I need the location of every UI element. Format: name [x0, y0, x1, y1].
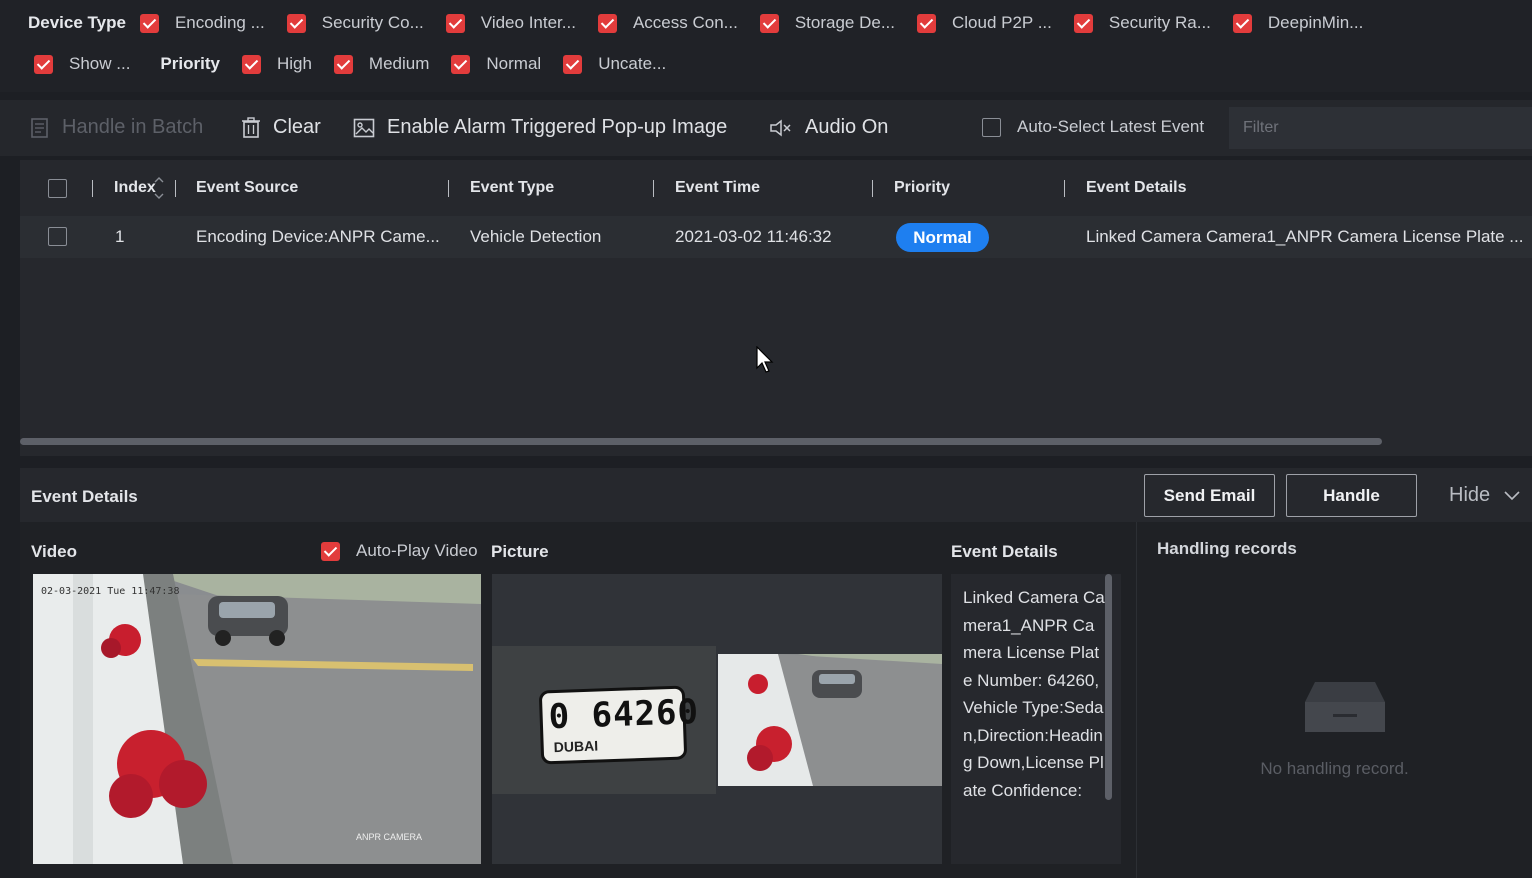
row-event-time: 2021-03-02 11:46:32	[675, 227, 832, 246]
vehicle-scene-image	[718, 654, 942, 786]
speaker-mute-icon	[770, 118, 791, 137]
column-divider	[653, 180, 654, 197]
checkbox-checked[interactable]	[34, 54, 53, 74]
checkbox-checked[interactable]	[597, 13, 617, 33]
enable-popup-image-button[interactable]: Enable Alarm Triggered Pop-up Image	[353, 116, 727, 139]
filter-video-intercom[interactable]: Video Inter...	[445, 13, 576, 33]
filter-security-radar[interactable]: Security Ra...	[1073, 13, 1211, 33]
handle-button[interactable]: Handle	[1286, 474, 1417, 517]
filter-cloud-p2p[interactable]: Cloud P2P ...	[917, 13, 1052, 33]
checkbox-checked[interactable]	[445, 13, 465, 33]
column-priority[interactable]: Priority	[894, 179, 950, 197]
trash-icon	[242, 116, 260, 138]
street-scene-image	[33, 574, 481, 864]
column-divider	[448, 180, 449, 197]
column-divider	[175, 180, 176, 197]
priority-label: Priority	[160, 54, 220, 73]
clear-button[interactable]: Clear	[241, 116, 321, 139]
sort-icon[interactable]	[154, 176, 164, 200]
plate-number: 0 64260	[547, 692, 700, 738]
chevron-down-icon	[1504, 490, 1520, 500]
column-event-time[interactable]: Event Time	[675, 179, 760, 197]
column-divider	[92, 180, 93, 197]
filter-input[interactable]: Filter	[1229, 107, 1532, 149]
license-plate-image: 0 64260 DUBAI	[492, 646, 716, 794]
checkbox-checked[interactable]	[241, 54, 261, 74]
handle-in-batch-button[interactable]: Handle in Batch	[30, 116, 203, 139]
no-handling-record-text: No handling record.	[1260, 759, 1409, 778]
filter-priority-high[interactable]: High	[241, 54, 312, 74]
row-index: 1	[115, 227, 125, 246]
audio-on-button[interactable]: Audio On	[769, 116, 888, 139]
row-event-details: Linked Camera Camera1_ANPR Camera Licens…	[1086, 227, 1524, 246]
handling-records-panel: Handling records No handling record.	[1136, 522, 1532, 878]
column-event-type[interactable]: Event Type	[470, 179, 554, 197]
column-index[interactable]: Index	[114, 179, 156, 197]
video-player[interactable]: 02-03-2021 Tue 11:47:38 ANPR CAMERA	[33, 574, 481, 864]
filter-encoding[interactable]: Encoding ...	[139, 13, 265, 33]
checkbox-unchecked[interactable]	[982, 117, 1001, 137]
event-details-header: Event Details Send Email Handle Hide	[20, 468, 1532, 522]
event-toolbar: Handle in Batch Clear Enable Alarm Trigg…	[0, 100, 1532, 156]
vehicle-snapshot-image	[718, 654, 942, 786]
row-checkbox[interactable]	[48, 227, 67, 246]
checkbox-checked[interactable]	[321, 541, 340, 561]
checkbox-checked[interactable]	[759, 13, 779, 33]
image-icon	[353, 118, 375, 137]
event-details-text: Linked Camera Camera1_ANPR Camera Licens…	[963, 588, 1105, 800]
row-event-source: Encoding Device:ANPR Came...	[196, 227, 440, 246]
checkbox-checked[interactable]	[917, 13, 936, 33]
priority-badge: Normal	[896, 223, 989, 252]
plate-city: DUBAI	[553, 737, 599, 756]
event-details-panel: Event Details Send Email Handle Hide Vid…	[20, 468, 1532, 878]
hide-button[interactable]: Hide	[1449, 484, 1520, 507]
select-all-checkbox[interactable]	[48, 179, 67, 198]
filter-priority-medium[interactable]: Medium	[333, 54, 429, 74]
mouse-cursor-icon	[756, 346, 774, 373]
column-divider	[1064, 180, 1065, 197]
table-header: Index Event Source Event Type Event Time…	[20, 160, 1532, 216]
checkbox-checked[interactable]	[563, 54, 583, 74]
device-type-row: Device Type Encoding ... Security Co... …	[28, 8, 1385, 38]
device-type-label: Device Type	[28, 13, 126, 32]
horizontal-scrollbar[interactable]	[20, 438, 1382, 445]
handling-records-title: Handling records	[1157, 539, 1297, 558]
filter-security-control[interactable]: Security Co...	[286, 13, 424, 33]
checkbox-checked[interactable]	[1073, 13, 1093, 33]
video-label: Video	[31, 542, 77, 561]
filter-access-control[interactable]: Access Con...	[597, 13, 738, 33]
send-email-button[interactable]: Send Email	[1144, 474, 1275, 517]
table-row[interactable]: 1 Encoding Device:ANPR Came... Vehicle D…	[20, 216, 1532, 258]
video-timestamp: 02-03-2021 Tue 11:47:38	[41, 586, 180, 597]
license-plate: 0 64260 DUBAI	[538, 685, 700, 765]
video-camera-caption: ANPR CAMERA	[356, 832, 423, 842]
filter-show[interactable]: Show ...	[34, 54, 130, 74]
column-event-source[interactable]: Event Source	[196, 179, 298, 197]
row-event-type: Vehicle Detection	[470, 227, 602, 246]
filter-deepinmind[interactable]: DeepinMin...	[1232, 13, 1363, 33]
picture-label: Picture	[491, 542, 549, 561]
checkbox-checked[interactable]	[333, 54, 353, 74]
column-divider	[872, 180, 873, 197]
batch-document-icon	[31, 117, 48, 138]
captured-picture-area[interactable]: 0 64260 DUBAI	[492, 574, 942, 864]
checkbox-checked[interactable]	[1232, 13, 1252, 33]
column-event-details[interactable]: Event Details	[1086, 179, 1186, 197]
filter-panel: Device Type Encoding ... Security Co... …	[0, 0, 1532, 92]
checkbox-checked[interactable]	[139, 13, 159, 33]
auto-select-latest-event-toggle[interactable]: Auto-Select Latest Event	[982, 117, 1204, 137]
event-details-subtitle: Event Details	[951, 542, 1058, 561]
event-details-title: Event Details	[31, 487, 138, 506]
filter-priority-uncategorized[interactable]: Uncate...	[563, 54, 666, 74]
filter-priority-normal[interactable]: Normal	[451, 54, 541, 74]
checkbox-checked[interactable]	[286, 13, 306, 33]
event-table: Index Event Source Event Type Event Time…	[20, 160, 1532, 456]
event-details-box: Linked Camera Camera1_ANPR Camera Licens…	[951, 574, 1121, 864]
auto-play-video-toggle[interactable]: Auto-Play Video	[321, 541, 478, 561]
empty-inbox-icon	[1305, 682, 1385, 732]
filter-storage-device[interactable]: Storage De...	[759, 13, 895, 33]
checkbox-checked[interactable]	[451, 54, 471, 74]
priority-row: Show ... Priority High Medium Normal Unc…	[34, 49, 688, 79]
vertical-scrollbar[interactable]	[1105, 574, 1112, 800]
